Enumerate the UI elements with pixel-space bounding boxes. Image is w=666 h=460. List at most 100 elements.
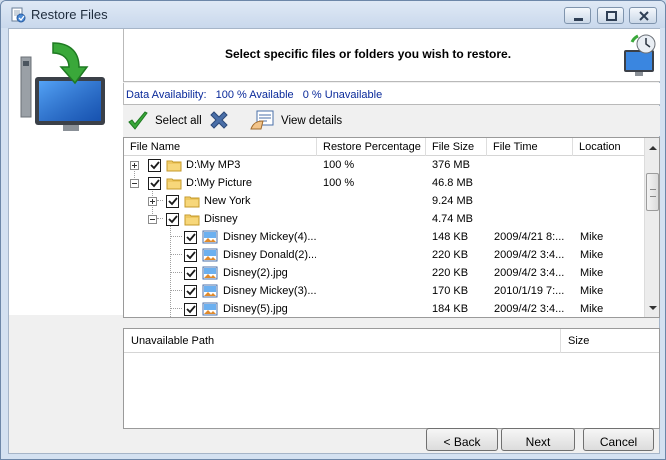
restore-computer-icon <box>20 42 105 131</box>
cancel-button[interactable]: Cancel <box>583 428 654 451</box>
tree-line <box>170 236 182 237</box>
folder-icon <box>166 160 182 172</box>
folder-icon <box>166 178 182 190</box>
file-size: 220 KB <box>432 249 469 261</box>
collapse-toggle[interactable] <box>130 179 139 188</box>
tree-row[interactable]: Disney(5).jpg 184 KB 2009/4/2 3:4... Mik… <box>124 300 644 317</box>
image-file-icon <box>202 266 218 280</box>
minimize-icon <box>574 18 583 21</box>
tree-row[interactable]: Disney Mickey(3)... 170 KB 2010/1/19 7:.… <box>124 282 644 300</box>
row-checkbox[interactable] <box>184 303 197 316</box>
column-file-time[interactable]: File Time <box>487 138 573 156</box>
scrollbar-thumb[interactable] <box>646 173 659 211</box>
x-icon <box>210 111 228 129</box>
row-checkbox[interactable] <box>166 195 179 208</box>
tree-line <box>170 272 182 273</box>
row-checkbox[interactable] <box>184 249 197 262</box>
minimize-button[interactable] <box>564 7 591 24</box>
check-icon <box>186 251 196 260</box>
image-file-icon <box>202 284 218 298</box>
tree-row[interactable]: Disney Mickey(4)... 148 KB 2009/4/21 8:.… <box>124 228 644 246</box>
tree-row[interactable]: D:\My MP3 100 % 376 MB <box>124 156 644 174</box>
column-restore-percentage[interactable]: Restore Percentage <box>317 138 426 156</box>
row-checkbox[interactable] <box>184 267 197 280</box>
folder-icon <box>184 214 200 226</box>
view-details-icon <box>250 110 274 130</box>
image-file-icon <box>202 248 218 262</box>
tree-row[interactable]: Disney 4.74 MB <box>124 210 644 228</box>
title-bar[interactable]: Restore Files <box>1 1 665 28</box>
check-icon <box>168 197 178 206</box>
unavailable-path-list[interactable]: Unavailable Path Size <box>123 328 660 429</box>
file-name: Disney Mickey(3)... <box>223 285 316 297</box>
file-list-scrollbar[interactable] <box>644 138 660 317</box>
tree-row[interactable]: Disney(2).jpg 220 KB 2009/4/2 3:4... Mik… <box>124 264 644 282</box>
row-checkbox[interactable] <box>166 213 179 226</box>
maximize-button[interactable] <box>597 7 624 24</box>
column-file-name[interactable]: File Name <box>124 138 317 156</box>
file-size: 46.8 MB <box>432 177 473 189</box>
file-location: Mike <box>580 231 604 243</box>
file-size: 184 KB <box>432 303 469 315</box>
file-name: Disney Mickey(4)... <box>223 231 316 243</box>
file-name: Disney Donald(2)... <box>223 249 316 261</box>
select-all-button[interactable]: Select all <box>127 109 202 133</box>
row-checkbox[interactable] <box>184 285 197 298</box>
expand-toggle[interactable] <box>148 197 157 206</box>
check-icon <box>168 215 178 224</box>
check-icon <box>186 287 196 296</box>
file-name: Disney <box>204 213 238 225</box>
scroll-up-icon[interactable] <box>645 140 660 156</box>
collapse-toggle[interactable] <box>148 215 157 224</box>
next-button[interactable]: Next <box>501 428 575 451</box>
restore-percentage: 100 % <box>323 177 355 189</box>
column-unavailable-path[interactable]: Unavailable Path <box>124 329 561 353</box>
wizard-header: Select specific files or folders you wis… <box>123 29 660 82</box>
check-icon <box>186 305 196 314</box>
file-name: D:\My Picture <box>186 177 253 189</box>
back-button[interactable]: < Back <box>426 428 498 451</box>
select-all-label: Select all <box>155 115 202 127</box>
availability-label: Data Availability: <box>126 89 207 101</box>
file-list-header: File Name Restore Percentage File Size F… <box>124 138 644 156</box>
file-location: Mike <box>580 303 604 315</box>
instruction-text: Select specific files or folders you wis… <box>224 47 512 61</box>
scroll-down-icon[interactable] <box>645 300 660 316</box>
row-checkbox[interactable] <box>184 231 197 244</box>
image-file-icon <box>202 230 218 244</box>
file-time: 2009/4/2 3:4... <box>494 303 565 315</box>
row-checkbox[interactable] <box>148 177 161 190</box>
deselect-all-button[interactable] <box>208 109 236 133</box>
view-details-button[interactable]: View details <box>249 109 342 133</box>
folder-icon <box>184 196 200 208</box>
file-time: 2009/4/2 3:4... <box>494 249 565 261</box>
column-location[interactable]: Location <box>573 138 644 156</box>
file-tree-list[interactable]: File Name Restore Percentage File Size F… <box>123 137 660 318</box>
file-name: Disney(5).jpg <box>223 303 288 315</box>
window-title: Restore Files <box>31 7 108 22</box>
file-size: 220 KB <box>432 267 469 279</box>
row-checkbox[interactable] <box>148 159 161 172</box>
tree-line <box>170 254 182 255</box>
data-availability-bar: Data Availability: 100 % Available 0 % U… <box>123 83 660 105</box>
file-time: 2010/1/19 7:... <box>494 285 565 297</box>
column-file-size[interactable]: File Size <box>426 138 487 156</box>
file-size: 376 MB <box>432 159 470 171</box>
unavailable-list-header: Unavailable Path Size <box>124 329 659 353</box>
file-name: New York <box>204 195 251 207</box>
image-file-icon <box>202 302 218 316</box>
checkmark-icon <box>128 111 148 130</box>
column-size[interactable]: Size <box>561 329 659 353</box>
expand-toggle[interactable] <box>130 161 139 170</box>
unavailable-percent: 0 % Unavailable <box>302 89 383 101</box>
tree-row[interactable]: D:\My Picture 100 % 46.8 MB <box>124 174 644 192</box>
tree-row[interactable]: Disney Donald(2)... 220 KB 2009/4/2 3:4.… <box>124 246 644 264</box>
check-icon <box>150 161 160 170</box>
close-button[interactable] <box>629 7 657 24</box>
file-size: 148 KB <box>432 231 469 243</box>
file-time: 2009/4/21 8:... <box>494 231 565 243</box>
wizard-side-panel <box>9 29 123 315</box>
file-location: Mike <box>580 249 604 261</box>
tree-row[interactable]: New York 9.24 MB <box>124 192 644 210</box>
maximize-icon <box>606 11 617 21</box>
